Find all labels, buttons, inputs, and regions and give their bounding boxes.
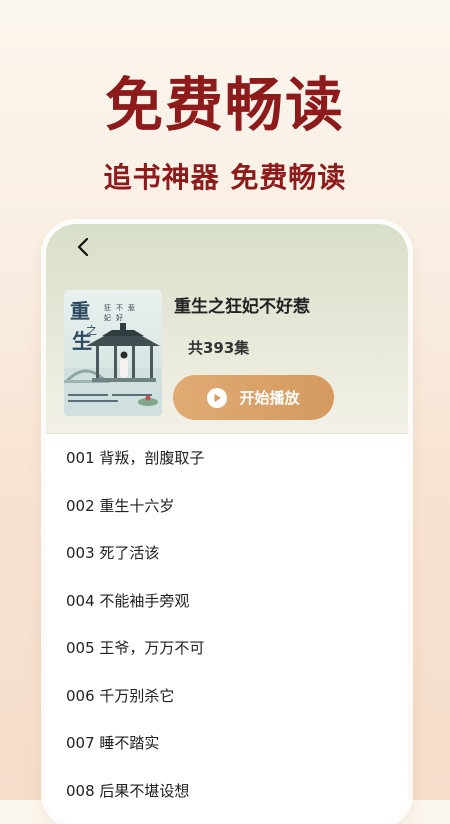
chapter-item[interactable]: 007 睡不踏实 xyxy=(46,719,408,767)
chapter-item[interactable]: 003 死了活该 xyxy=(46,529,408,577)
chapter-item[interactable]: 005 王爷，万万不可 xyxy=(46,624,408,672)
chapter-item[interactable]: 004 不能袖手旁观 xyxy=(46,577,408,625)
promo-headline: 免费畅读 xyxy=(104,71,345,139)
cover-art: 重 之 生 狂 妃 不 好 惹 xyxy=(64,299,162,416)
play-icon xyxy=(207,387,228,408)
book-cover[interactable]: 重 之 生 狂 妃 不 好 惹 xyxy=(64,290,162,416)
chapter-item[interactable]: 008 后果不堪设想 xyxy=(46,767,408,815)
back-button[interactable] xyxy=(68,232,98,262)
phone-frame: 重 之 生 狂 妃 不 好 惹 重生之狂妃不好惹 共393集 开始播放 001 … xyxy=(46,224,408,824)
svg-text:重: 重 xyxy=(70,299,90,323)
svg-text:不: 不 xyxy=(116,304,123,312)
svg-text:狂: 狂 xyxy=(104,304,111,312)
svg-text:妃: 妃 xyxy=(104,313,111,322)
svg-text:惹: 惹 xyxy=(128,303,135,312)
episode-count: 共393集 xyxy=(188,339,250,357)
chapter-list: 001 背叛，剖腹取子 002 重生十六岁 003 死了活该 004 不能袖手旁… xyxy=(46,434,408,814)
book-header: 重 之 生 狂 妃 不 好 惹 重生之狂妃不好惹 共393集 开始播放 xyxy=(46,224,408,434)
chapter-item[interactable]: 001 背叛，剖腹取子 xyxy=(46,434,408,482)
start-play-label: 开始播放 xyxy=(239,389,300,407)
svg-text:好: 好 xyxy=(116,313,123,322)
start-play-button[interactable]: 开始播放 xyxy=(173,375,334,420)
chevron-left-icon xyxy=(77,237,89,257)
chapter-item[interactable]: 002 重生十六岁 xyxy=(46,482,408,530)
chapter-item[interactable]: 006 千万别杀它 xyxy=(46,672,408,720)
book-title: 重生之狂妃不好惹 xyxy=(174,297,310,317)
promo-subline: 追书神器 免费畅读 xyxy=(103,161,347,194)
svg-text:生: 生 xyxy=(72,329,92,353)
